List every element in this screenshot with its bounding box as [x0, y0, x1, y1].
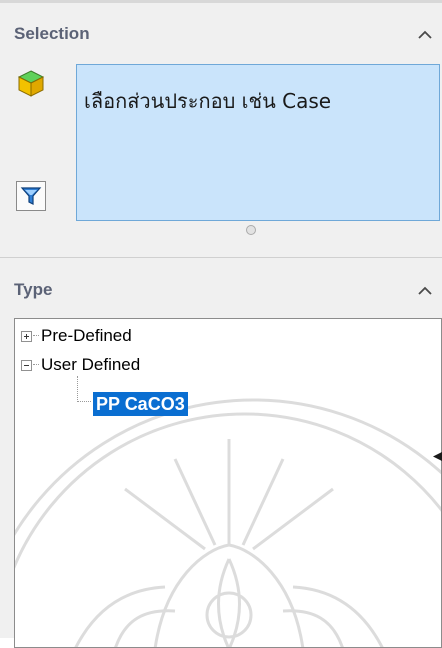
collapse-chevron-up-icon[interactable]: [416, 282, 434, 300]
selection-list-box[interactable]: เลือกส่วนประกอบ เช่น Case: [76, 64, 440, 221]
selection-box-resize-handle[interactable]: [246, 225, 256, 235]
selection-filter-button[interactable]: [16, 181, 46, 211]
tree-node-pp-caco3-selected[interactable]: PP CaCO3: [93, 392, 188, 416]
left-arrow-pointer-icon: [433, 452, 442, 461]
top-border: [0, 0, 442, 3]
funnel-filter-icon: [20, 187, 42, 205]
selection-section-title: Selection: [14, 24, 90, 43]
collapse-chevron-up-icon[interactable]: [416, 26, 434, 44]
collapse-minus-icon[interactable]: [21, 359, 32, 371]
tree-node-pre-defined[interactable]: Pre-Defined: [21, 325, 132, 347]
tree-node-label: Pre-Defined: [41, 326, 132, 345]
tree-connector-line: [77, 376, 91, 402]
type-tree-view[interactable]: Pre-Defined User Defined PP CaCO3: [14, 318, 442, 648]
tree-node-label: User Defined: [41, 355, 141, 374]
section-divider: [0, 257, 442, 258]
tree-node-user-defined[interactable]: User Defined: [21, 354, 140, 376]
expand-plus-icon[interactable]: [21, 330, 32, 342]
yellow-cube-icon: [17, 70, 45, 97]
type-section-title: Type: [14, 280, 53, 299]
property-manager-panel: Selection เลือกส่วนประกอบ เช่น Case Type: [0, 0, 442, 648]
